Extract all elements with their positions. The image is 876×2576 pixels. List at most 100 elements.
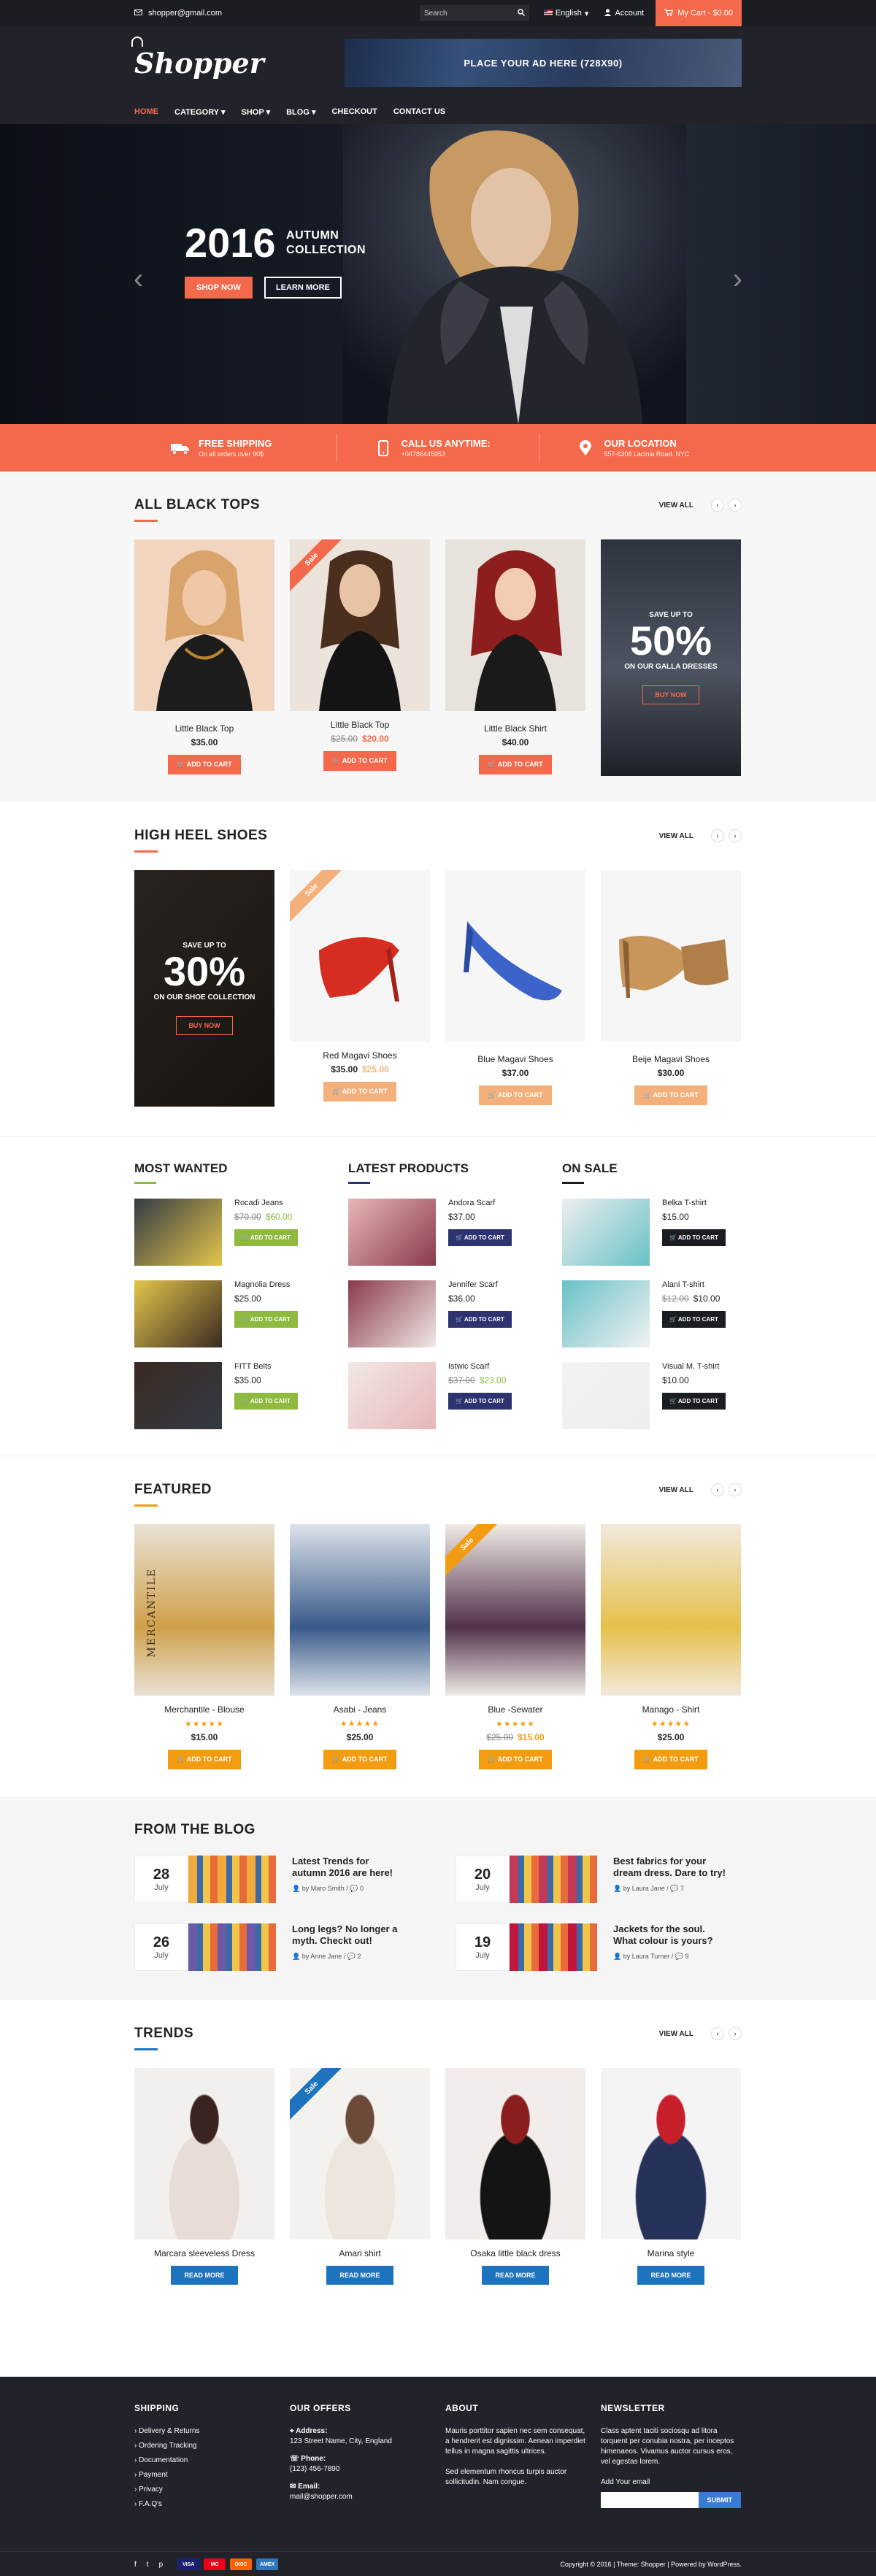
product-image[interactable]: MERCANTILE bbox=[134, 1524, 274, 1696]
product-name[interactable]: FITT Belts bbox=[234, 1362, 298, 1371]
footer-link[interactable]: › Ordering Tracking bbox=[134, 2441, 274, 2451]
read-more-button[interactable]: READ MORE bbox=[171, 2266, 238, 2285]
add-to-cart-button[interactable]: 🛒 ADD TO CART bbox=[323, 751, 396, 771]
trend-image[interactable]: Sale bbox=[290, 2068, 430, 2239]
post-image[interactable] bbox=[510, 1923, 597, 1971]
shop-now-button[interactable]: SHOP NOW bbox=[185, 277, 253, 299]
product-name[interactable]: Alani T-shirt bbox=[662, 1280, 726, 1289]
add-to-cart-button[interactable]: 🛒 ADD TO CART bbox=[234, 1229, 298, 1246]
product-image[interactable] bbox=[445, 870, 585, 1042]
product-name[interactable]: Little Black Top bbox=[134, 723, 274, 734]
product-name[interactable]: Magnolia Dress bbox=[234, 1280, 298, 1289]
newsletter-email-input[interactable] bbox=[601, 2492, 699, 2508]
post-title[interactable]: Long legs? No longer a myth. Checkt out! bbox=[292, 1923, 404, 1947]
post-title[interactable]: Latest Trends for autumn 2016 are here! bbox=[292, 1856, 404, 1879]
trend-name[interactable]: Osaka little black dress bbox=[445, 2248, 585, 2258]
chevron-right-icon[interactable]: › bbox=[729, 499, 742, 512]
nav-home[interactable]: HOME bbox=[134, 107, 158, 116]
chevron-right-icon[interactable]: › bbox=[729, 829, 742, 842]
trend-image[interactable] bbox=[445, 2068, 585, 2239]
post-title[interactable]: Jackets for the soul. What colour is you… bbox=[613, 1923, 726, 1947]
chevron-left-icon[interactable]: ‹ bbox=[711, 2027, 724, 2040]
add-to-cart-button[interactable]: 🛒 ADD TO CART bbox=[634, 1750, 707, 1769]
product-name[interactable]: Belka T-shirt bbox=[662, 1199, 726, 1207]
add-to-cart-button[interactable]: 🛒 ADD TO CART bbox=[479, 1750, 552, 1769]
add-to-cart-button[interactable]: 🛒 ADD TO CART bbox=[234, 1311, 298, 1328]
cart-button[interactable]: My Cart - $0.00 bbox=[656, 0, 742, 26]
product-name[interactable]: Little Black Top bbox=[290, 720, 430, 730]
footer-link[interactable]: › Delivery & Returns bbox=[134, 2426, 274, 2437]
view-all-link[interactable]: VIEW ALL bbox=[659, 832, 694, 840]
nav-shop[interactable]: SHOP ▾ bbox=[242, 107, 271, 117]
product-thumbnail[interactable] bbox=[348, 1362, 436, 1429]
promo-banner[interactable]: SAVE UP TO 30% ON OUR SHOE COLLECTION BU… bbox=[134, 870, 274, 1107]
add-to-cart-button[interactable]: 🛒 ADD TO CART bbox=[234, 1393, 298, 1410]
product-name[interactable]: Beije Magavi Shoes bbox=[601, 1054, 741, 1064]
promo-banner[interactable]: SAVE UP TO 50% ON OUR GALLA DRESSES BUY … bbox=[601, 539, 741, 776]
product-thumbnail[interactable] bbox=[348, 1280, 436, 1347]
chevron-left-icon[interactable]: ‹ bbox=[711, 1483, 724, 1496]
product-thumbnail[interactable] bbox=[348, 1199, 436, 1266]
trend-name[interactable]: Amari shirt bbox=[290, 2248, 430, 2258]
product-name[interactable]: Rocadi Jeans bbox=[234, 1199, 298, 1207]
account-link[interactable]: Account bbox=[604, 9, 644, 18]
add-to-cart-button[interactable]: 🛒 ADD TO CART bbox=[168, 1750, 241, 1769]
product-name[interactable]: Istwic Scarf bbox=[448, 1362, 512, 1371]
read-more-button[interactable]: READ MORE bbox=[637, 2266, 704, 2285]
trend-image[interactable] bbox=[601, 2068, 741, 2239]
learn-more-button[interactable]: LEARN MORE bbox=[264, 277, 342, 299]
post-image[interactable] bbox=[188, 1856, 276, 1903]
trend-image[interactable] bbox=[134, 2068, 274, 2239]
add-to-cart-button[interactable]: 🛒 ADD TO CART bbox=[448, 1311, 512, 1328]
language-select[interactable]: English ▾ bbox=[543, 9, 588, 18]
product-name[interactable]: Blue Magavi Shoes bbox=[445, 1054, 585, 1064]
footer-link[interactable]: › Payment bbox=[134, 2470, 274, 2480]
chevron-left-icon[interactable]: ‹ bbox=[711, 499, 724, 512]
search-icon[interactable] bbox=[518, 8, 525, 18]
post-title[interactable]: Best fabrics for your dream dress. Dare … bbox=[613, 1856, 726, 1879]
product-thumbnail[interactable] bbox=[562, 1280, 650, 1347]
product-name[interactable]: Visual M. T-shirt bbox=[662, 1362, 726, 1371]
add-to-cart-button[interactable]: 🛒 ADD TO CART bbox=[662, 1311, 726, 1328]
add-to-cart-button[interactable]: 🛒 ADD TO CART bbox=[662, 1393, 726, 1410]
post-image[interactable] bbox=[188, 1923, 276, 1971]
add-to-cart-button[interactable]: 🛒 ADD TO CART bbox=[448, 1229, 512, 1246]
product-thumbnail[interactable] bbox=[134, 1199, 222, 1266]
product-image[interactable] bbox=[445, 539, 585, 711]
buy-now-button[interactable]: BUY NOW bbox=[642, 685, 699, 704]
logo[interactable]: Shopper bbox=[131, 36, 264, 80]
product-name[interactable]: Little Black Shirt bbox=[445, 723, 585, 734]
add-to-cart-button[interactable]: 🛒 ADD TO CART bbox=[479, 755, 552, 774]
chevron-left-icon[interactable]: ‹ bbox=[711, 829, 724, 842]
submit-button[interactable]: SUBMIT bbox=[698, 2492, 741, 2508]
pinterest-icon[interactable]: p bbox=[159, 2561, 164, 2569]
footer-link[interactable]: › Privacy bbox=[134, 2485, 274, 2495]
product-thumbnail[interactable] bbox=[134, 1362, 222, 1429]
product-image[interactable] bbox=[601, 870, 741, 1042]
trend-name[interactable]: Marcara sleeveless Dress bbox=[134, 2248, 274, 2258]
chevron-right-icon[interactable]: › bbox=[729, 2027, 742, 2040]
footer-link[interactable]: › Documentation bbox=[134, 2456, 274, 2466]
read-more-button[interactable]: READ MORE bbox=[482, 2266, 549, 2285]
product-name[interactable]: Andora Scarf bbox=[448, 1199, 512, 1207]
product-image-wrap[interactable]: Sale bbox=[290, 539, 430, 711]
footer-link[interactable]: › F.A.Q's bbox=[134, 2499, 274, 2510]
product-image[interactable] bbox=[601, 1524, 741, 1696]
add-to-cart-button[interactable]: 🛒 ADD TO CART bbox=[323, 1082, 396, 1101]
product-thumbnail[interactable] bbox=[562, 1199, 650, 1266]
product-name[interactable]: Red Magavi Shoes bbox=[290, 1050, 430, 1061]
trend-name[interactable]: Marina style bbox=[601, 2248, 741, 2258]
twitter-icon[interactable]: t bbox=[147, 2561, 149, 2569]
product-name[interactable]: Blue -Sewater bbox=[445, 1704, 585, 1715]
product-name[interactable]: Jennifer Scarf bbox=[448, 1280, 512, 1289]
email-link[interactable]: mail@shopper.com bbox=[290, 2493, 353, 2501]
add-to-cart-button[interactable]: 🛒 ADD TO CART bbox=[448, 1393, 512, 1410]
product-image[interactable] bbox=[134, 539, 274, 711]
add-to-cart-button[interactable]: 🛒 ADD TO CART bbox=[662, 1229, 726, 1246]
product-thumbnail[interactable] bbox=[562, 1362, 650, 1429]
topbar-email[interactable]: shopper@gmail.com bbox=[134, 9, 222, 18]
facebook-icon[interactable]: f bbox=[134, 2561, 137, 2569]
product-name[interactable]: Asabi - Jeans bbox=[290, 1704, 430, 1715]
add-to-cart-button[interactable]: 🛒 ADD TO CART bbox=[323, 1750, 396, 1769]
view-all-link[interactable]: VIEW ALL bbox=[659, 501, 694, 510]
